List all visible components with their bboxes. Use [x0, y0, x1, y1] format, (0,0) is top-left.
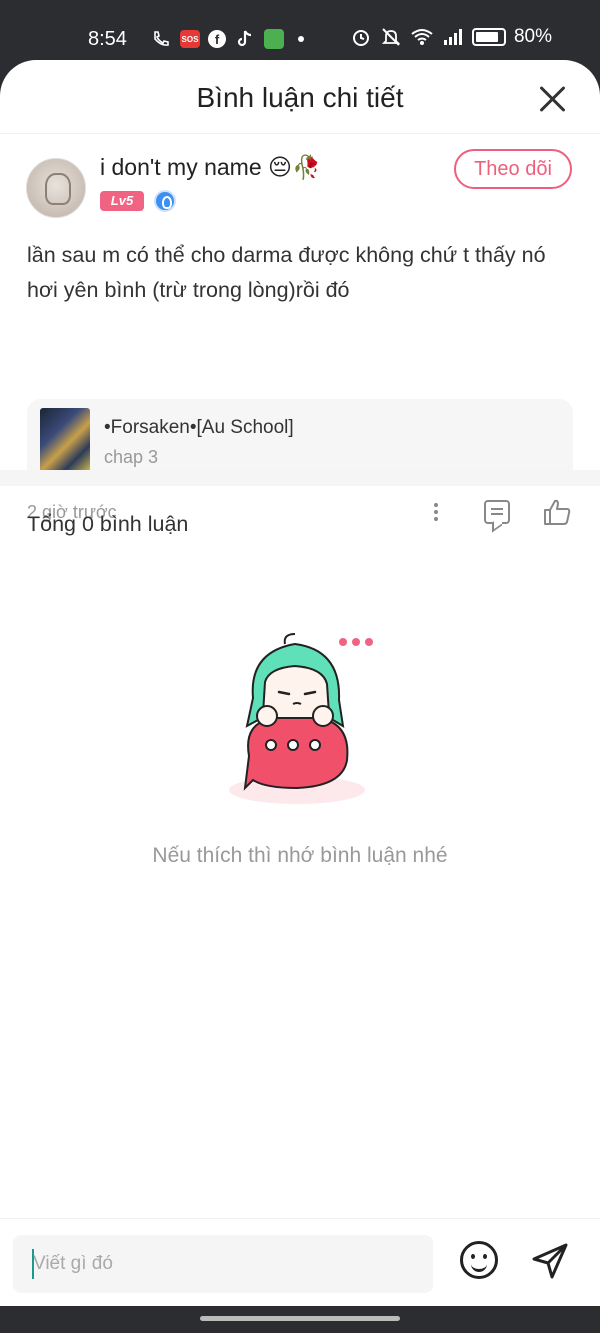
send-icon[interactable] [530, 1241, 570, 1281]
mute-icon [381, 28, 401, 46]
page-title: Bình luận chi tiết [196, 82, 404, 113]
empty-state-mascot-icon [229, 633, 373, 804]
level-badge: Lv5 [100, 191, 144, 211]
alarm-icon [352, 30, 369, 46]
username[interactable]: i don't my name 😔🥀 [100, 154, 321, 181]
emoji-icon[interactable] [460, 1241, 498, 1279]
more-icon[interactable] [432, 500, 440, 526]
status-time: 8:54 [88, 28, 127, 50]
section-divider [0, 470, 600, 486]
battery-icon [471, 28, 506, 46]
chapter-subtitle: chap 3 [104, 447, 159, 467]
comment-input[interactable] [13, 1235, 433, 1293]
comment-item: i don't my name 😔🥀 Lv5 Theo dõi lần sau … [0, 134, 600, 525]
avatar[interactable] [26, 158, 86, 218]
chapter-cover-image [40, 408, 90, 474]
facebook-icon: f [208, 30, 226, 48]
sos-icon: SOS [180, 30, 200, 48]
notification-icons: SOS f [150, 28, 304, 50]
like-icon[interactable] [542, 498, 572, 526]
text-caret [32, 1249, 34, 1279]
signal-icon [443, 29, 462, 45]
messages-icon [264, 29, 284, 49]
tiktok-icon [234, 28, 256, 50]
empty-state-text: Nếu thích thì nhớ bình luận nhé [152, 844, 448, 867]
total-comments-label: Tổng 0 bình luận [27, 512, 189, 536]
reply-icon[interactable] [484, 500, 510, 524]
verified-icon [154, 190, 176, 212]
system-icons: 80% [350, 26, 552, 48]
wifi-icon [411, 29, 433, 45]
home-indicator[interactable] [200, 1316, 400, 1321]
comment-text: lần sau m có thể cho darma được không ch… [27, 243, 546, 302]
dot-icon [298, 36, 304, 42]
phone-wifi-call-icon [150, 28, 172, 50]
close-icon[interactable] [538, 84, 568, 114]
sheet-header: Bình luận chi tiết [0, 60, 600, 134]
follow-button[interactable]: Theo dõi [454, 149, 572, 189]
comment-detail-sheet: Bình luận chi tiết i don't my name 😔🥀 Lv… [0, 60, 600, 1306]
chapter-title: •Forsaken•[Au School] [104, 417, 294, 438]
battery-percent: 80% [513, 26, 552, 47]
comment-input-bar [0, 1218, 600, 1306]
